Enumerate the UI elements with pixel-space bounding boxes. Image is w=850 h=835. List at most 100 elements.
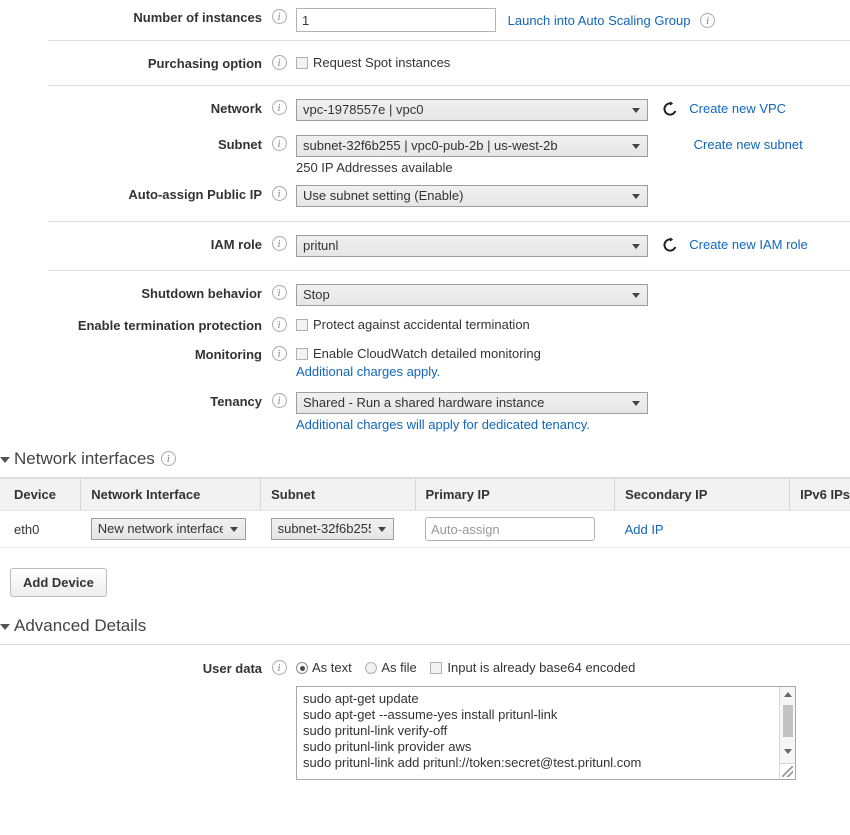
info-icon-monitoring[interactable]: i: [262, 345, 296, 361]
scroll-down-arrow-icon[interactable]: [784, 749, 792, 754]
info-icon-network[interactable]: i: [262, 99, 296, 115]
form-row-number-of-instances: Number of instances i Launch into Auto S…: [0, 0, 850, 40]
interface-subnet-value: subnet-32f6b255: [278, 519, 371, 539]
form-row-monitoring: Monitoring i Enable CloudWatch detailed …: [0, 334, 850, 379]
user-data-as-file-label: As file: [381, 660, 416, 675]
refresh-icon[interactable]: [662, 237, 678, 253]
refresh-icon[interactable]: [662, 101, 678, 117]
info-icon-auto-assign-public-ip[interactable]: i: [262, 185, 296, 201]
form-row-network: Network i vpc-1978557e | vpc0 Create new…: [0, 86, 850, 121]
cloudwatch-monitoring-checkbox[interactable]: [296, 348, 308, 360]
advanced-details-header[interactable]: Advanced Details: [0, 615, 850, 637]
primary-ip-input[interactable]: [425, 517, 595, 541]
network-select[interactable]: vpc-1978557e | vpc0: [296, 99, 648, 121]
table-row: eth0 New network interface subnet-32f6b2…: [0, 511, 850, 548]
info-icon-iam-role[interactable]: i: [262, 235, 296, 251]
request-spot-instances-checkbox[interactable]: [296, 57, 308, 69]
subnet-select[interactable]: subnet-32f6b255 | vpc0-pub-2b | us-west-…: [296, 135, 648, 157]
column-header-device: Device: [0, 479, 81, 511]
chevron-down-icon: [632, 293, 640, 298]
network-interfaces-header[interactable]: Network interfaces i: [0, 448, 850, 470]
network-interfaces-section: Network interfaces i Device Network Inter…: [0, 448, 850, 597]
cell-secondary-ip: Add IP: [615, 511, 790, 548]
form-row-termination-protection: Enable termination protection i Protect …: [0, 306, 850, 334]
tenancy-charges-note[interactable]: Additional charges will apply for dedica…: [296, 414, 850, 432]
column-header-ipv6-ips: IPv6 IPs: [790, 479, 850, 511]
form-row-purchasing-option: Purchasing option i Request Spot instanc…: [0, 41, 850, 85]
field-user-data: As text As file Input is already base64 …: [296, 659, 850, 780]
network-interfaces-table: Device Network Interface Subnet Primary …: [0, 478, 850, 548]
request-spot-instances-label: Request Spot instances: [313, 55, 450, 70]
create-new-vpc-link[interactable]: Create new VPC: [689, 101, 786, 116]
info-icon-purchasing-option[interactable]: i: [262, 54, 296, 70]
chevron-down-icon: [230, 527, 238, 532]
instance-details-form: Number of instances i Launch into Auto S…: [0, 0, 850, 432]
field-termination-protection: Protect against accidental termination: [296, 316, 850, 332]
shutdown-behavior-select[interactable]: Stop: [296, 284, 648, 306]
auto-assign-public-ip-value: Use subnet setting (Enable): [303, 186, 625, 206]
label-tenancy: Tenancy: [0, 392, 262, 410]
add-device-button[interactable]: Add Device: [10, 568, 107, 597]
form-row-shutdown-behavior: Shutdown behavior i Stop: [0, 271, 850, 306]
user-data-as-text-radio[interactable]: [296, 662, 308, 674]
subnet-select-value: subnet-32f6b255 | vpc0-pub-2b | us-west-…: [303, 136, 625, 156]
field-tenancy: Shared - Run a shared hardware instance …: [296, 392, 850, 432]
network-interface-select[interactable]: New network interface: [91, 518, 246, 540]
field-shutdown-behavior: Stop: [296, 284, 850, 306]
monitoring-charges-note[interactable]: Additional charges apply.: [296, 361, 850, 379]
field-number-of-instances: Launch into Auto Scaling Group i: [296, 8, 850, 32]
number-of-instances-input[interactable]: [296, 8, 496, 32]
user-data-as-file-radio[interactable]: [365, 662, 377, 674]
tenancy-select[interactable]: Shared - Run a shared hardware instance: [296, 392, 648, 414]
shutdown-behavior-value: Stop: [303, 285, 625, 305]
info-icon-tenancy[interactable]: i: [262, 392, 296, 408]
add-ip-link[interactable]: Add IP: [625, 522, 664, 537]
dedicated-tenancy-charges-link[interactable]: Additional charges will apply for dedica…: [296, 417, 590, 432]
info-icon: i: [272, 346, 287, 361]
info-icon-shutdown-behavior[interactable]: i: [262, 284, 296, 300]
textarea-resize-grip[interactable]: [779, 763, 795, 779]
triangle-down-icon: [0, 624, 10, 630]
label-termination-protection: Enable termination protection: [0, 316, 262, 334]
info-icon-user-data[interactable]: i: [262, 659, 296, 675]
iam-role-select[interactable]: pritunl: [296, 235, 648, 257]
termination-protection-checkbox[interactable]: [296, 319, 308, 331]
user-data-textarea[interactable]: sudo apt-get update sudo apt-get --assum…: [296, 686, 796, 780]
user-data-base64-checkbox[interactable]: [430, 662, 442, 674]
column-header-secondary-ip: Secondary IP: [615, 479, 790, 511]
iam-role-select-value: pritunl: [303, 236, 625, 256]
info-icon-termination-protection[interactable]: i: [262, 316, 296, 332]
create-new-iam-role-link[interactable]: Create new IAM role: [689, 237, 808, 252]
info-icon-network-interfaces[interactable]: i: [161, 451, 176, 466]
cell-device: eth0: [0, 511, 81, 548]
scroll-up-arrow-icon[interactable]: [784, 692, 792, 697]
interface-subnet-select[interactable]: subnet-32f6b255: [271, 518, 394, 540]
info-icon-auto-scaling-group[interactable]: i: [700, 13, 715, 28]
label-user-data: User data: [0, 659, 262, 677]
form-row-iam-role: IAM role i pritunl Create new IAM role: [0, 222, 850, 270]
launch-into-auto-scaling-group-link[interactable]: Launch into Auto Scaling Group: [508, 13, 691, 28]
form-row-user-data: User data i As text As file Input is alr…: [0, 645, 850, 780]
tenancy-select-value: Shared - Run a shared hardware instance: [303, 393, 625, 413]
label-network: Network: [0, 99, 262, 117]
user-data-content: sudo apt-get update sudo apt-get --assum…: [297, 687, 795, 779]
label-purchasing-option: Purchasing option: [0, 54, 262, 72]
create-new-subnet-link[interactable]: Create new subnet: [694, 137, 803, 152]
info-icon: i: [272, 55, 287, 70]
advanced-details-title: Advanced Details: [14, 616, 146, 635]
additional-charges-apply-link[interactable]: Additional charges apply.: [296, 364, 440, 379]
info-icon: i: [272, 317, 287, 332]
advanced-details-section: Advanced Details User data i As text As …: [0, 615, 850, 780]
auto-assign-public-ip-select[interactable]: Use subnet setting (Enable): [296, 185, 648, 207]
label-subnet: Subnet: [0, 135, 262, 153]
scrollbar-thumb[interactable]: [783, 705, 793, 737]
label-iam-role: IAM role: [0, 235, 262, 253]
info-icon-subnet[interactable]: i: [262, 135, 296, 151]
field-monitoring: Enable CloudWatch detailed monitoring Ad…: [296, 345, 850, 379]
cell-primary-ip: [415, 511, 615, 548]
info-icon: i: [272, 660, 287, 675]
info-icon: i: [272, 285, 287, 300]
info-icon: i: [272, 100, 287, 115]
network-interfaces-title: Network interfaces: [14, 449, 155, 468]
info-icon-number-of-instances[interactable]: i: [262, 8, 296, 24]
